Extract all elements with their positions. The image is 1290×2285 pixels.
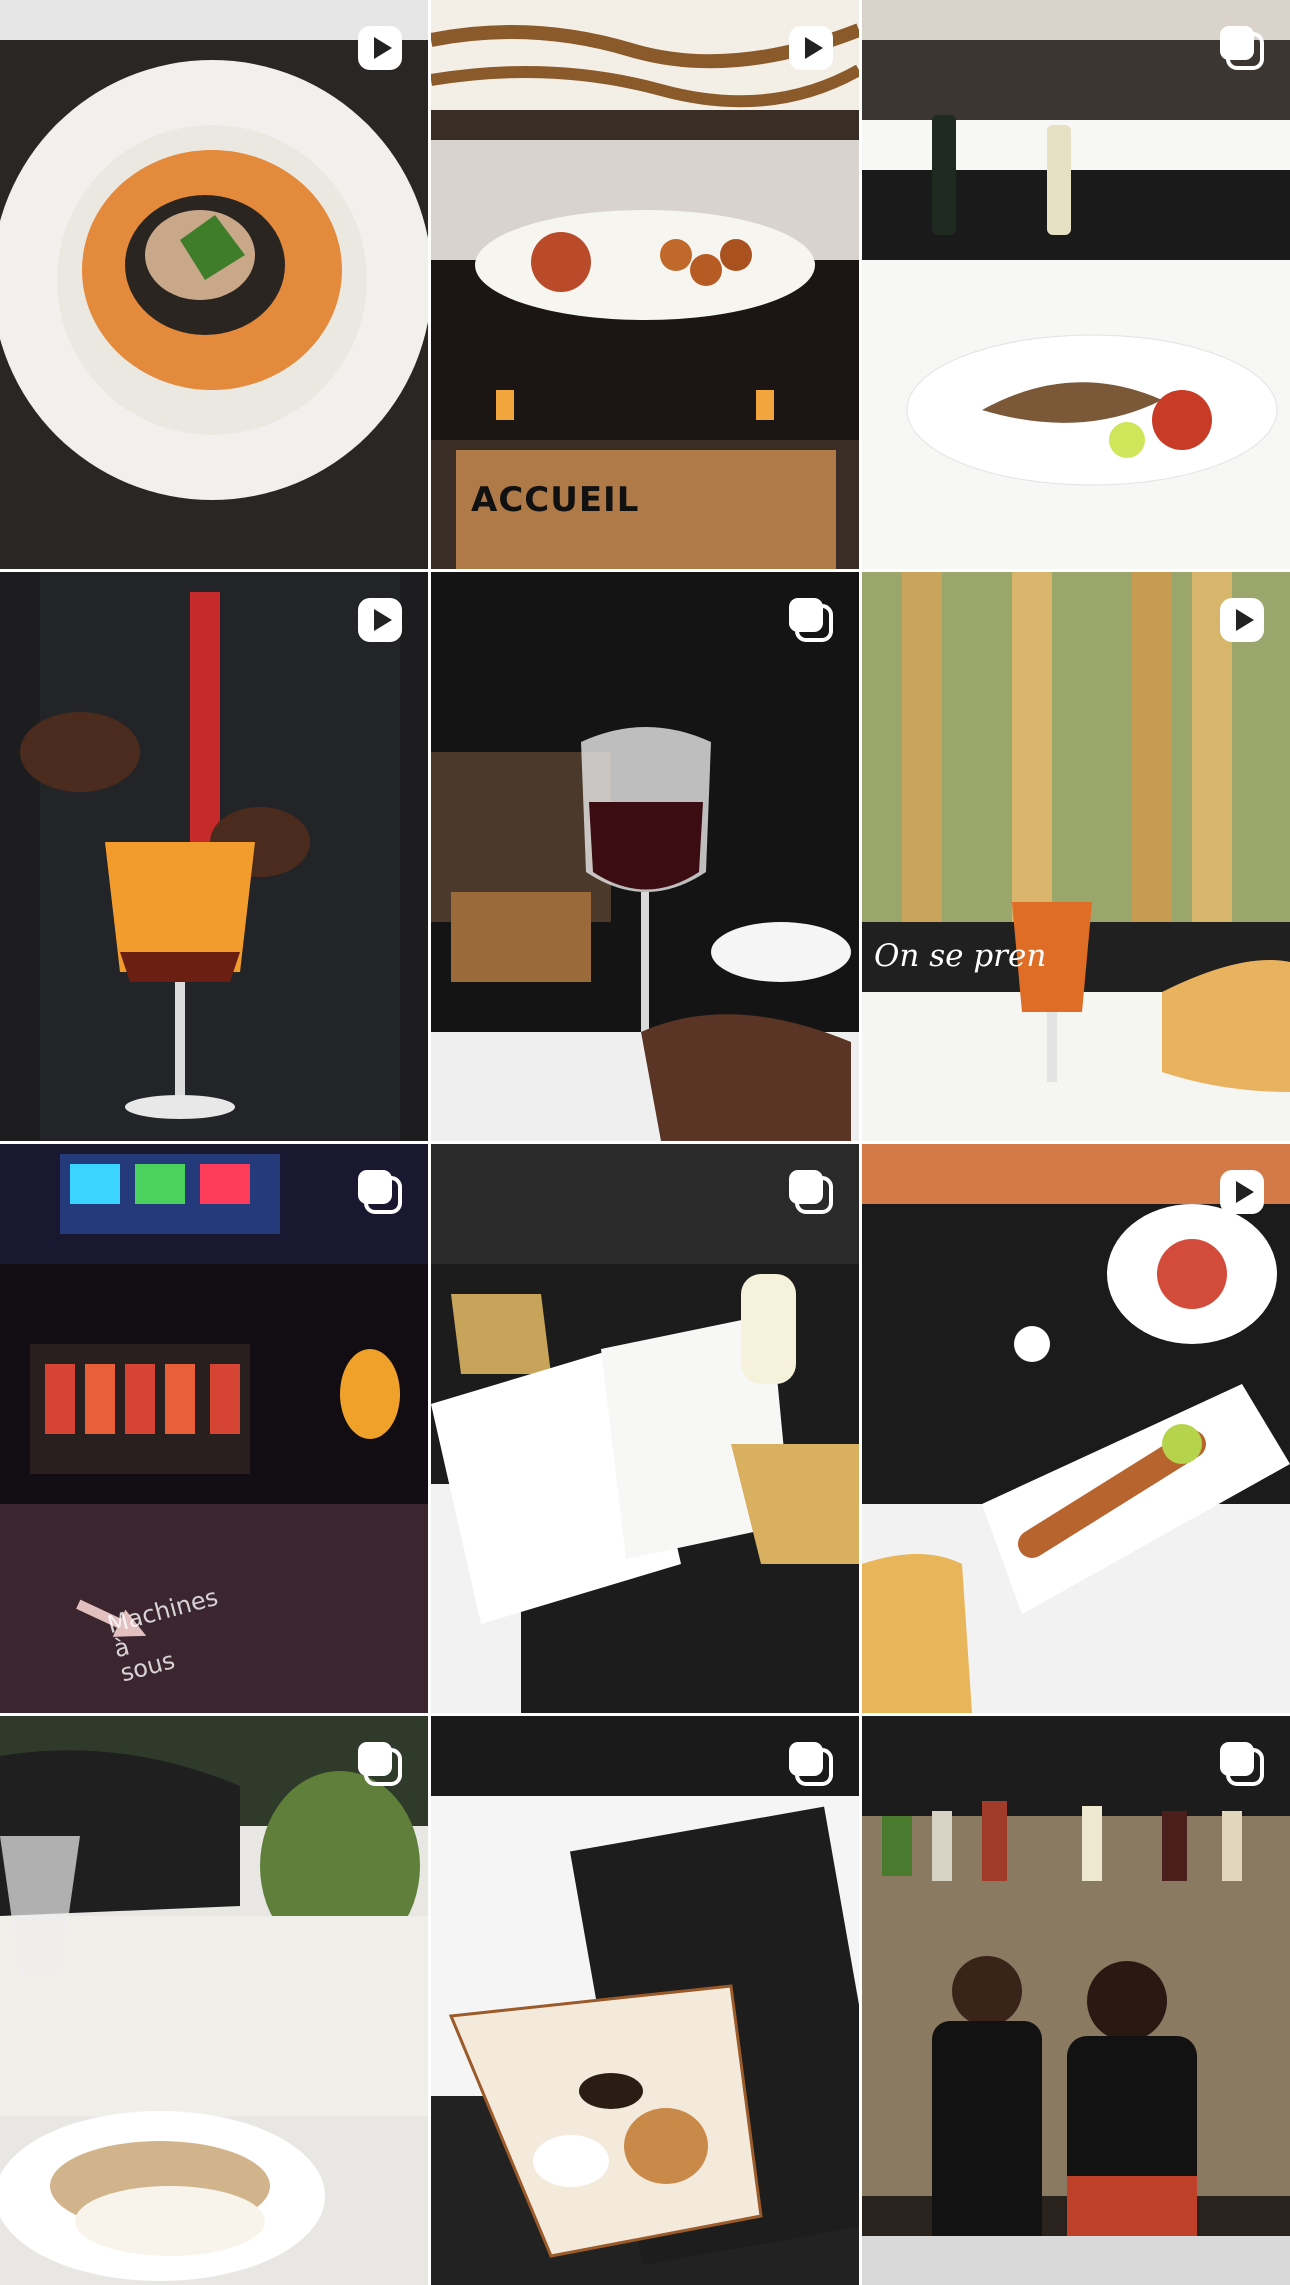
post-tile-9[interactable] <box>862 1144 1290 1713</box>
post-image <box>862 0 1290 569</box>
carousel-icon <box>1216 22 1268 74</box>
overlay-caption: On se pren <box>874 938 1047 974</box>
post-image <box>0 572 428 1141</box>
post-image <box>431 1716 859 2285</box>
post-image <box>0 0 428 569</box>
carousel-icon <box>785 1166 837 1218</box>
profile-post-grid: ACCUEIL On se pren Machines à sous <box>0 0 1290 2285</box>
post-image <box>862 1716 1290 2285</box>
post-image <box>0 1716 428 2285</box>
carousel-icon <box>1216 1738 1268 1790</box>
carousel-icon <box>785 1738 837 1790</box>
post-tile-1[interactable] <box>0 0 428 569</box>
post-tile-7[interactable]: Machines à sous <box>0 1144 428 1713</box>
post-tile-4[interactable] <box>0 572 428 1141</box>
reel-icon <box>1216 594 1268 646</box>
post-tile-11[interactable] <box>431 1716 859 2285</box>
accueil-sign: ACCUEIL <box>471 480 640 520</box>
carousel-icon <box>354 1166 406 1218</box>
post-tile-3[interactable] <box>862 0 1290 569</box>
post-tile-5[interactable] <box>431 572 859 1141</box>
reel-icon <box>785 22 837 74</box>
post-image <box>431 1144 859 1713</box>
reel-icon <box>354 594 406 646</box>
carousel-icon <box>354 1738 406 1790</box>
post-image <box>862 572 1290 1141</box>
post-tile-10[interactable] <box>0 1716 428 2285</box>
post-tile-6[interactable]: On se pren <box>862 572 1290 1141</box>
post-image <box>431 572 859 1141</box>
post-tile-12[interactable] <box>862 1716 1290 2285</box>
post-tile-8[interactable] <box>431 1144 859 1713</box>
post-image <box>862 1144 1290 1713</box>
reel-icon <box>1216 1166 1268 1218</box>
reel-icon <box>354 22 406 74</box>
post-tile-2[interactable]: ACCUEIL <box>431 0 859 569</box>
carousel-icon <box>785 594 837 646</box>
